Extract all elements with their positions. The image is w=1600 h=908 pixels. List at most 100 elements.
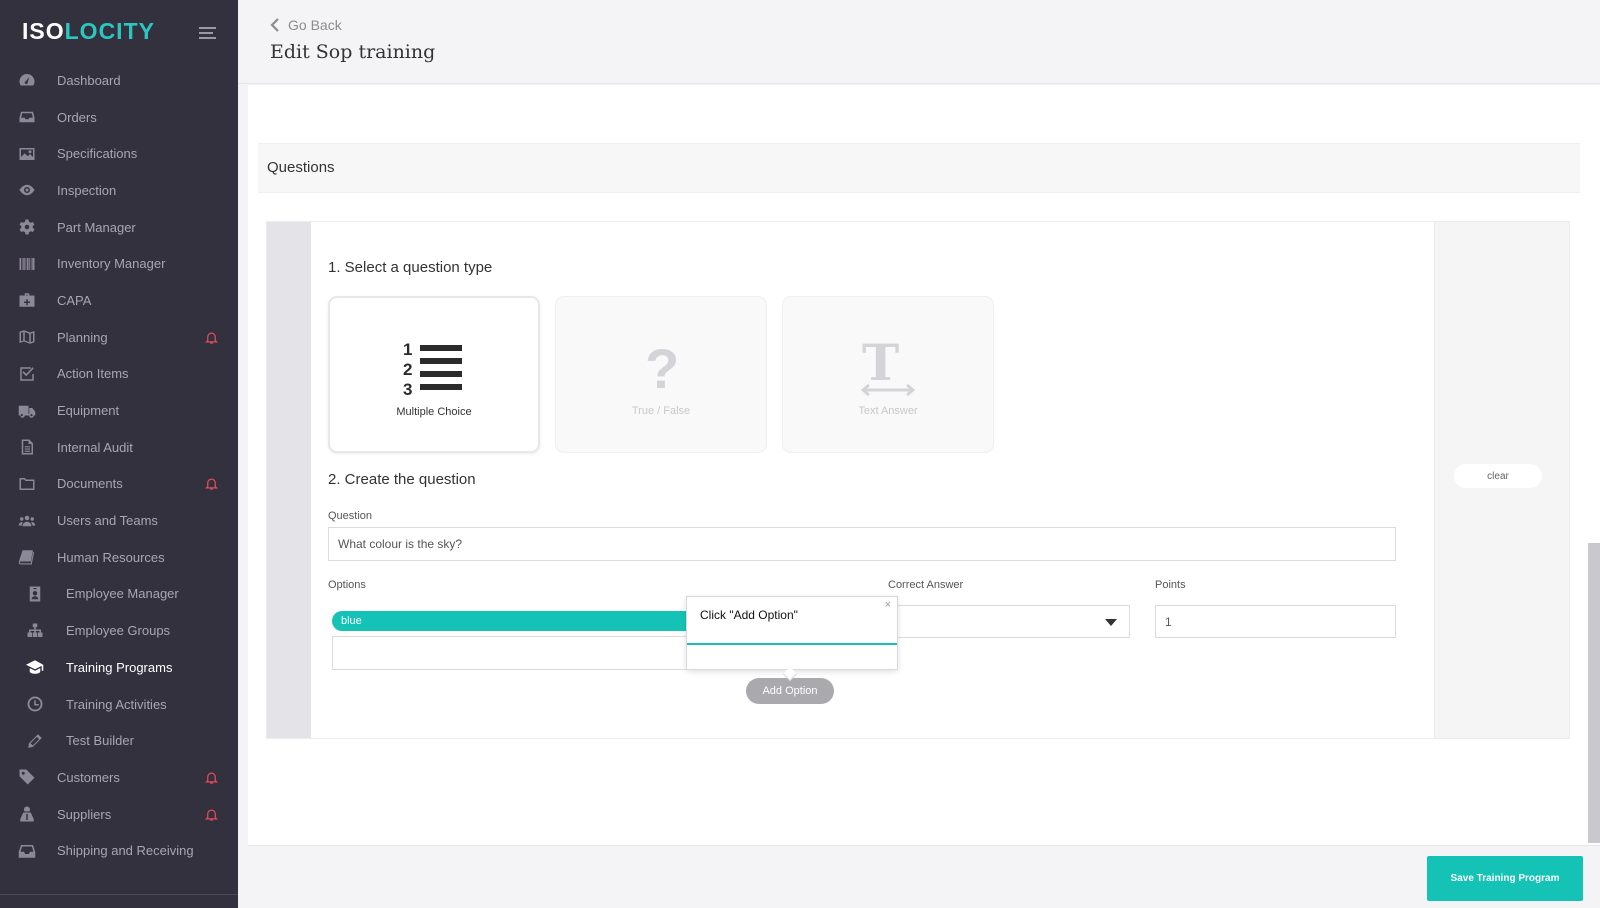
- truck-icon: [18, 402, 36, 420]
- points-label: Points: [1155, 579, 1186, 591]
- sidebar-item-action-items[interactable]: Action Items: [0, 356, 238, 393]
- question-label: Question: [328, 510, 373, 522]
- sidebar-item-label: Specifications: [57, 146, 138, 162]
- sidebar-item-orders[interactable]: Orders: [0, 99, 238, 136]
- save-training-program-button[interactable]: Save Training Program: [1427, 856, 1583, 901]
- sidebar-item-label: Inspection: [57, 182, 117, 198]
- sidebar-item-inventory-manager[interactable]: Inventory Manager: [0, 245, 238, 282]
- go-back-label: Go Back: [288, 17, 342, 33]
- sidebar: ISOLOCITY Dashboard Orders Specifications I…: [0, 0, 238, 908]
- question-editor: 1. Select a question type 1 2 3 Multiple…: [266, 221, 1570, 739]
- sidebar-item-specifications[interactable]: Specifications: [0, 135, 238, 172]
- scrollbar[interactable]: [1588, 543, 1600, 843]
- clear-button[interactable]: clear: [1454, 464, 1542, 488]
- bell-icon[interactable]: [204, 476, 219, 491]
- sidebar-item-employee-manager[interactable]: Employee Manager: [0, 576, 238, 613]
- folder-icon: [18, 475, 36, 493]
- type-label-multiple-choice: Multiple Choice: [396, 406, 472, 418]
- sidebar-item-label: Orders: [57, 109, 97, 125]
- medkit-icon: [18, 291, 36, 309]
- sidebar-item-label: Training Programs: [66, 659, 173, 675]
- correct-answer-select[interactable]: [888, 605, 1130, 638]
- eye-icon: [18, 181, 36, 199]
- guide-tooltip: Click "Add Option" ×: [686, 596, 898, 682]
- sidebar-item-internal-audit[interactable]: Internal Audit: [0, 429, 238, 466]
- barcode-icon: [18, 255, 36, 273]
- sidebar-item-documents[interactable]: Documents: [0, 466, 238, 503]
- svg-text:1: 1: [403, 340, 412, 359]
- sidebar-item-label: Customers: [57, 769, 120, 785]
- logo[interactable]: ISOLOCITY: [22, 18, 155, 45]
- add-option-button[interactable]: Add Option: [746, 678, 834, 704]
- pencil-icon: [26, 732, 44, 750]
- svg-text:2: 2: [403, 360, 412, 379]
- new-option-input[interactable]: [332, 636, 692, 670]
- sidebar-item-shipping-and-receiving[interactable]: Shipping and Receiving: [0, 832, 238, 869]
- sidebar-item-employee-groups[interactable]: Employee Groups: [0, 612, 238, 649]
- question-input[interactable]: What colour is the sky?: [328, 527, 1396, 561]
- option-tag-blue[interactable]: blue: [332, 611, 696, 631]
- sidebar-item-suppliers[interactable]: Suppliers: [0, 796, 238, 833]
- sidebar-item-label: Planning: [57, 329, 108, 345]
- sidebar-item-label: Employee Groups: [66, 623, 171, 639]
- sidebar-item-training-activities[interactable]: Training Activities: [0, 686, 238, 723]
- sitemap-icon: [26, 622, 44, 640]
- sidebar-item-customers[interactable]: Customers: [0, 759, 238, 796]
- logo-text-iso: ISO: [22, 18, 65, 44]
- tooltip-text: Click "Add Option": [700, 608, 798, 622]
- sidebar-item-inspection[interactable]: Inspection: [0, 172, 238, 209]
- caret-down-icon: [1105, 619, 1117, 626]
- sidebar-item-label: Human Resources: [57, 549, 165, 565]
- type-card-multiple-choice[interactable]: 1 2 3 Multiple Choice: [328, 296, 540, 453]
- text-type-icon: T: [853, 337, 923, 397]
- logo-text-locity: LOCITY: [64, 18, 155, 44]
- type-label-true-false: True / False: [631, 405, 691, 417]
- chevron-left-icon: [270, 18, 279, 32]
- sidebar-item-users-and-teams[interactable]: Users and Teams: [0, 502, 238, 539]
- bell-icon[interactable]: [204, 770, 219, 785]
- checkbox-icon: [18, 365, 36, 383]
- svg-text:?: ?: [645, 338, 679, 396]
- correct-answer-label: Correct Answer: [888, 579, 964, 591]
- bell-icon[interactable]: [204, 807, 219, 822]
- svg-text:T: T: [862, 338, 899, 392]
- supplier-icon: [18, 805, 36, 823]
- points-input[interactable]: 1: [1155, 605, 1396, 638]
- dashboard-icon: [18, 71, 36, 89]
- question-editor-main: 1. Select a question type 1 2 3 Multiple…: [311, 222, 1435, 738]
- page-header: Go Back Edit Sop training: [238, 0, 1600, 84]
- sidebar-item-label: Users and Teams: [57, 513, 158, 529]
- sidebar-item-label: Employee Manager: [66, 586, 179, 602]
- page-title: Edit Sop training: [270, 41, 436, 63]
- type-card-text-answer[interactable]: T Text Answer: [782, 296, 994, 453]
- tooltip-underline: [687, 643, 897, 645]
- sidebar-item-test-builder[interactable]: Test Builder: [0, 722, 238, 759]
- id-badge-icon: [26, 585, 44, 603]
- sidebar-nav: Dashboard Orders Specifications Inspection P…: [0, 62, 238, 869]
- sidebar-item-capa[interactable]: CAPA: [0, 282, 238, 319]
- sidebar-item-label: Dashboard: [57, 72, 121, 88]
- sidebar-item-label: Suppliers: [57, 806, 112, 822]
- sidebar-item-human-resources[interactable]: Human Resources: [0, 539, 238, 576]
- bell-icon[interactable]: [204, 330, 219, 345]
- sidebar-item-label: Inventory Manager: [57, 256, 166, 272]
- sidebar-item-training-programs[interactable]: Training Programs: [0, 649, 238, 686]
- menu-toggle-icon[interactable]: [199, 27, 216, 39]
- sidebar-item-part-manager[interactable]: Part Manager: [0, 209, 238, 246]
- questions-section-header: Questions: [258, 143, 1580, 193]
- image-icon: [18, 145, 36, 163]
- go-back-link[interactable]: Go Back: [270, 17, 342, 33]
- sidebar-item-label: Equipment: [57, 403, 120, 419]
- graduation-cap-icon: [26, 658, 44, 676]
- sidebar-item-planning[interactable]: Planning: [0, 319, 238, 356]
- question-mark-icon: ?: [626, 337, 696, 397]
- users-icon: [18, 512, 36, 530]
- tooltip-close-icon[interactable]: ×: [885, 599, 891, 611]
- options-label: Options: [328, 579, 366, 591]
- map-icon: [18, 328, 36, 346]
- sidebar-item-dashboard[interactable]: Dashboard: [0, 62, 238, 99]
- step-select-type: 1. Select a question type: [328, 259, 493, 276]
- type-card-true-false[interactable]: ? True / False: [555, 296, 767, 453]
- sidebar-item-equipment[interactable]: Equipment: [0, 392, 238, 429]
- sidebar-item-label: Test Builder: [66, 733, 134, 749]
